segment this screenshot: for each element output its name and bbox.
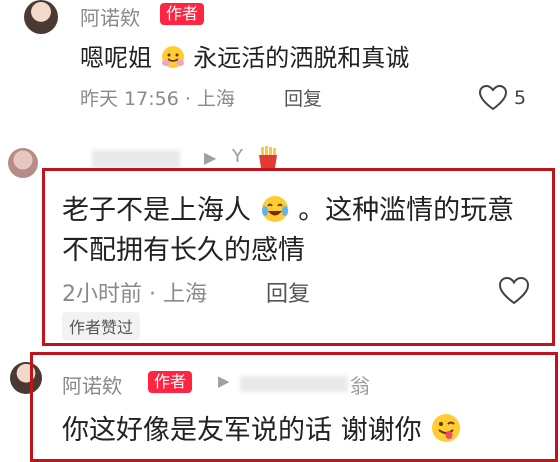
comment-text: 嗯呢姐 永远活的洒脱和真诚 <box>80 38 409 73</box>
comment-text-part1: 嗯呢姐 <box>80 44 152 72</box>
fries-emoji-icon <box>256 145 280 169</box>
comment-text: 你这好像是友军说的话 谢谢你 <box>62 408 462 447</box>
comment-author-name[interactable]: 阿诺欸 <box>80 2 140 31</box>
tears-of-joy-emoji-icon <box>260 194 290 224</box>
liked-by-author-tag: 作者赞过 <box>62 312 141 340</box>
heart-icon <box>498 276 530 306</box>
comment-text-part2: 。这种滥情的玩意 <box>298 195 515 226</box>
comment-text-line2: 不配拥有长久的感情 <box>62 235 305 266</box>
like-button[interactable]: 5 <box>478 84 526 112</box>
redacted-author-name <box>92 150 180 168</box>
avatar[interactable] <box>8 148 38 178</box>
avatar[interactable] <box>24 0 58 34</box>
author-badge: 作者 <box>160 3 205 25</box>
comment-text-part2: 永远活的洒脱和真诚 <box>193 44 410 72</box>
reply-arrow-icon: ▶ <box>204 148 217 167</box>
reply-button[interactable]: 回复 <box>266 276 310 308</box>
wink-tongue-emoji-icon <box>430 412 462 444</box>
comment-author-name[interactable]: Y <box>232 146 243 167</box>
comment-author-name[interactable]: 阿诺欸 <box>62 370 122 399</box>
reply-button[interactable]: 回复 <box>284 84 322 111</box>
author-badge: 作者 <box>148 371 193 393</box>
comment-text-part1: 你这好像是友军说的话 谢谢你 <box>62 415 422 446</box>
comment-text-line1: 老子不是上海人 。这种滥情的玩意 <box>62 188 550 227</box>
redacted-reply-target <box>240 376 348 392</box>
hug-emoji-icon <box>160 44 186 70</box>
comment-meta: 昨天 17:56 · 上海 <box>80 88 235 110</box>
like-button[interactable] <box>498 276 530 310</box>
comment-text-part1: 老子不是上海人 <box>62 195 251 226</box>
heart-icon <box>478 84 508 112</box>
comment-meta: 2小时前 · 上海 <box>62 282 207 307</box>
reply-arrow-icon: ▶ <box>218 372 230 390</box>
reply-target-name[interactable]: 翁 <box>350 370 370 399</box>
like-count: 5 <box>514 87 527 109</box>
